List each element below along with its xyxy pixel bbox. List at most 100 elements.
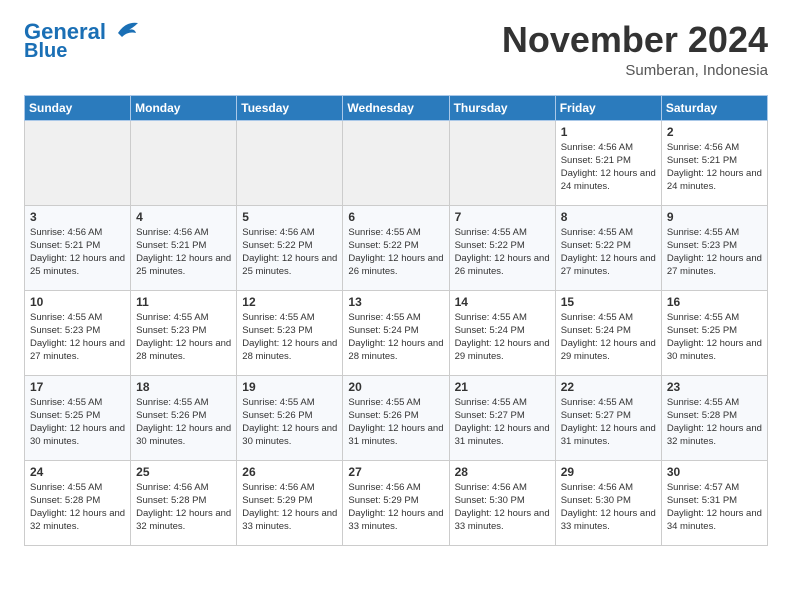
weekday-tuesday: Tuesday <box>237 95 343 120</box>
cell-info: Sunrise: 4:55 AM Sunset: 5:23 PM Dayligh… <box>242 311 337 364</box>
day-number: 25 <box>136 465 231 479</box>
cell-info: Sunrise: 4:55 AM Sunset: 5:24 PM Dayligh… <box>348 311 443 364</box>
calendar-cell: 3 Sunrise: 4:56 AM Sunset: 5:21 PM Daylig… <box>25 205 131 290</box>
cell-info: Sunrise: 4:56 AM Sunset: 5:30 PM Dayligh… <box>455 481 550 534</box>
day-number: 19 <box>242 380 337 394</box>
calendar-cell: 25 Sunrise: 4:56 AM Sunset: 5:28 PM Dayli… <box>131 460 237 545</box>
header: General Blue November 2024 Sumberan, Ind… <box>24 20 768 79</box>
calendar-cell: 16 Sunrise: 4:55 AM Sunset: 5:25 PM Dayli… <box>661 290 767 375</box>
calendar-cell: 6 Sunrise: 4:55 AM Sunset: 5:22 PM Daylig… <box>343 205 449 290</box>
calendar-cell <box>131 120 237 205</box>
cell-info: Sunrise: 4:55 AM Sunset: 5:23 PM Dayligh… <box>30 311 125 364</box>
calendar-cell <box>25 120 131 205</box>
calendar-cell: 20 Sunrise: 4:55 AM Sunset: 5:26 PM Dayli… <box>343 375 449 460</box>
calendar-cell: 8 Sunrise: 4:55 AM Sunset: 5:22 PM Daylig… <box>555 205 661 290</box>
day-number: 29 <box>561 465 656 479</box>
weekday-monday: Monday <box>131 95 237 120</box>
day-number: 23 <box>667 380 762 394</box>
calendar-cell: 11Sunrise: 4:55 AM Sunset: 5:23 PM Dayli… <box>131 290 237 375</box>
cell-info: Sunrise: 4:55 AM Sunset: 5:25 PM Dayligh… <box>30 396 125 449</box>
calendar-cell: 10 Sunrise: 4:55 AM Sunset: 5:23 PM Dayli… <box>25 290 131 375</box>
cell-info: Sunrise: 4:56 AM Sunset: 5:28 PM Dayligh… <box>136 481 231 534</box>
day-number: 11 <box>136 295 231 309</box>
weekday-thursday: Thursday <box>449 95 555 120</box>
calendar-cell: 18Sunrise: 4:55 AM Sunset: 5:26 PM Dayli… <box>131 375 237 460</box>
calendar-cell: 29 Sunrise: 4:56 AM Sunset: 5:30 PM Dayli… <box>555 460 661 545</box>
day-number: 22 <box>561 380 656 394</box>
calendar-cell: 19 Sunrise: 4:55 AM Sunset: 5:26 PM Dayli… <box>237 375 343 460</box>
calendar-cell: 14 Sunrise: 4:55 AM Sunset: 5:24 PM Dayli… <box>449 290 555 375</box>
location: Sumberan, Indonesia <box>502 62 768 79</box>
cell-info: Sunrise: 4:55 AM Sunset: 5:27 PM Dayligh… <box>455 396 550 449</box>
day-number: 18 <box>136 380 231 394</box>
cell-info: Sunrise: 4:55 AM Sunset: 5:22 PM Dayligh… <box>561 226 656 279</box>
calendar-cell: 4 Sunrise: 4:56 AM Sunset: 5:21 PM Daylig… <box>131 205 237 290</box>
calendar-cell <box>237 120 343 205</box>
cell-info: Sunrise: 4:57 AM Sunset: 5:31 PM Dayligh… <box>667 481 762 534</box>
calendar-cell: 2 Sunrise: 4:56 AM Sunset: 5:21 PM Daylig… <box>661 120 767 205</box>
weekday-header-row: SundayMondayTuesdayWednesdayThursdayFrid… <box>25 95 768 120</box>
weekday-friday: Friday <box>555 95 661 120</box>
day-number: 3 <box>30 210 125 224</box>
day-number: 10 <box>30 295 125 309</box>
cell-info: Sunrise: 4:56 AM Sunset: 5:21 PM Dayligh… <box>561 141 656 194</box>
calendar-cell: 9Sunrise: 4:55 AM Sunset: 5:23 PM Daylig… <box>661 205 767 290</box>
calendar-cell: 26Sunrise: 4:56 AM Sunset: 5:29 PM Dayli… <box>237 460 343 545</box>
week-row-3: 10 Sunrise: 4:55 AM Sunset: 5:23 PM Dayli… <box>25 290 768 375</box>
cell-info: Sunrise: 4:55 AM Sunset: 5:26 PM Dayligh… <box>242 396 337 449</box>
calendar-cell: 28 Sunrise: 4:56 AM Sunset: 5:30 PM Dayli… <box>449 460 555 545</box>
calendar-cell <box>343 120 449 205</box>
calendar-cell: 12 Sunrise: 4:55 AM Sunset: 5:23 PM Dayli… <box>237 290 343 375</box>
calendar-table: SundayMondayTuesdayWednesdayThursdayFrid… <box>24 95 768 546</box>
cell-info: Sunrise: 4:55 AM Sunset: 5:26 PM Dayligh… <box>348 396 443 449</box>
week-row-1: 1 Sunrise: 4:56 AM Sunset: 5:21 PM Daylig… <box>25 120 768 205</box>
title-block: November 2024 Sumberan, Indonesia <box>502 20 768 79</box>
day-number: 17 <box>30 380 125 394</box>
day-number: 12 <box>242 295 337 309</box>
calendar-cell <box>449 120 555 205</box>
cell-info: Sunrise: 4:55 AM Sunset: 5:22 PM Dayligh… <box>348 226 443 279</box>
day-number: 4 <box>136 210 231 224</box>
weekday-wednesday: Wednesday <box>343 95 449 120</box>
calendar-cell: 23Sunrise: 4:55 AM Sunset: 5:28 PM Dayli… <box>661 375 767 460</box>
calendar-cell: 7Sunrise: 4:55 AM Sunset: 5:22 PM Daylig… <box>449 205 555 290</box>
cell-info: Sunrise: 4:55 AM Sunset: 5:24 PM Dayligh… <box>455 311 550 364</box>
weekday-saturday: Saturday <box>661 95 767 120</box>
day-number: 8 <box>561 210 656 224</box>
calendar-cell: 1 Sunrise: 4:56 AM Sunset: 5:21 PM Daylig… <box>555 120 661 205</box>
calendar-cell: 15Sunrise: 4:55 AM Sunset: 5:24 PM Dayli… <box>555 290 661 375</box>
day-number: 14 <box>455 295 550 309</box>
calendar-cell: 30Sunrise: 4:57 AM Sunset: 5:31 PM Dayli… <box>661 460 767 545</box>
cell-info: Sunrise: 4:56 AM Sunset: 5:21 PM Dayligh… <box>136 226 231 279</box>
cell-info: Sunrise: 4:56 AM Sunset: 5:22 PM Dayligh… <box>242 226 337 279</box>
cell-info: Sunrise: 4:55 AM Sunset: 5:24 PM Dayligh… <box>561 311 656 364</box>
month-title: November 2024 <box>502 20 768 60</box>
calendar-cell: 22 Sunrise: 4:55 AM Sunset: 5:27 PM Dayli… <box>555 375 661 460</box>
weekday-sunday: Sunday <box>25 95 131 120</box>
cell-info: Sunrise: 4:55 AM Sunset: 5:25 PM Dayligh… <box>667 311 762 364</box>
day-number: 1 <box>561 125 656 139</box>
day-number: 27 <box>348 465 443 479</box>
day-number: 13 <box>348 295 443 309</box>
cell-info: Sunrise: 4:56 AM Sunset: 5:21 PM Dayligh… <box>667 141 762 194</box>
day-number: 24 <box>30 465 125 479</box>
day-number: 28 <box>455 465 550 479</box>
cell-info: Sunrise: 4:56 AM Sunset: 5:30 PM Dayligh… <box>561 481 656 534</box>
day-number: 16 <box>667 295 762 309</box>
cell-info: Sunrise: 4:55 AM Sunset: 5:27 PM Dayligh… <box>561 396 656 449</box>
calendar-cell: 5Sunrise: 4:56 AM Sunset: 5:22 PM Daylig… <box>237 205 343 290</box>
day-number: 2 <box>667 125 762 139</box>
cell-info: Sunrise: 4:56 AM Sunset: 5:29 PM Dayligh… <box>242 481 337 534</box>
day-number: 7 <box>455 210 550 224</box>
calendar-cell: 27Sunrise: 4:56 AM Sunset: 5:29 PM Dayli… <box>343 460 449 545</box>
calendar-cell: 17 Sunrise: 4:55 AM Sunset: 5:25 PM Dayli… <box>25 375 131 460</box>
cell-info: Sunrise: 4:55 AM Sunset: 5:28 PM Dayligh… <box>30 481 125 534</box>
logo-blue-text: Blue <box>24 40 67 62</box>
week-row-2: 3 Sunrise: 4:56 AM Sunset: 5:21 PM Daylig… <box>25 205 768 290</box>
page: General Blue November 2024 Sumberan, Ind… <box>0 0 792 566</box>
day-number: 6 <box>348 210 443 224</box>
day-number: 20 <box>348 380 443 394</box>
calendar-cell: 24 Sunrise: 4:55 AM Sunset: 5:28 PM Dayli… <box>25 460 131 545</box>
calendar-cell: 21Sunrise: 4:55 AM Sunset: 5:27 PM Dayli… <box>449 375 555 460</box>
cell-info: Sunrise: 4:56 AM Sunset: 5:21 PM Dayligh… <box>30 226 125 279</box>
